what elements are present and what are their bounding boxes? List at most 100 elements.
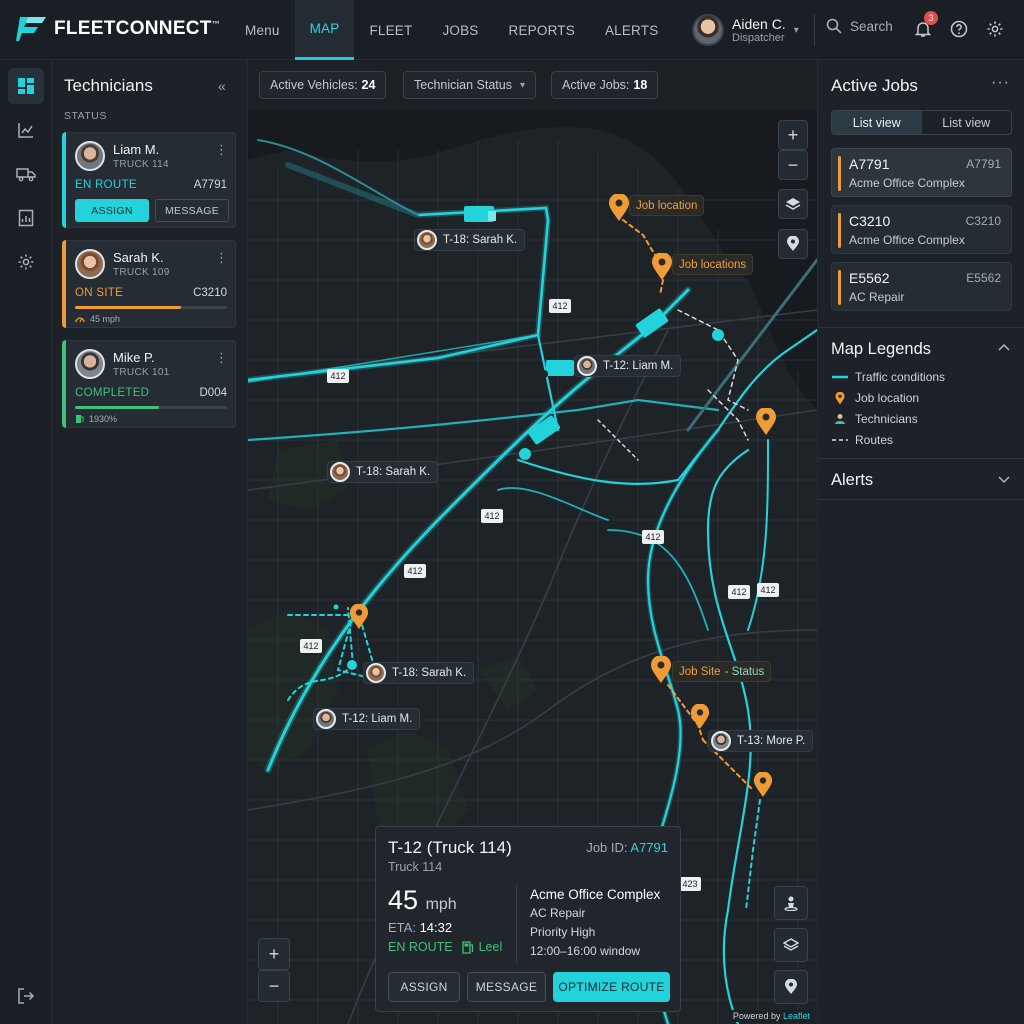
job-pin-icon[interactable] (608, 194, 630, 222)
technician-map-label[interactable]: T-12: Liam M. (313, 708, 421, 730)
chevron-up-icon[interactable] (998, 340, 1010, 354)
road-tag: 412 (327, 369, 349, 383)
road-tag: 412 (728, 585, 750, 599)
street-view-button[interactable] (774, 886, 808, 920)
zoom-in-button[interactable]: + (778, 120, 808, 150)
notifications-button[interactable]: 3 (912, 11, 938, 40)
optimize-route-button[interactable]: OPTIMIZE ROUTE (553, 972, 670, 1002)
list-view-tab-secondary[interactable]: List view (922, 111, 1012, 134)
job-pin-icon[interactable] (650, 656, 672, 684)
road-tag: 412 (404, 564, 426, 578)
job-location-label[interactable]: Job location (629, 195, 705, 216)
layers-button[interactable] (774, 928, 808, 962)
technician-card[interactable]: Liam M. TRUCK 114 ⋮ EN ROUTE A7791 ASSIG… (62, 132, 236, 228)
job-card[interactable]: C3210 C3210 Acme Office Complex (831, 205, 1012, 254)
user-name: Aiden C. (732, 15, 786, 32)
job-window: 12:00–16:00 window (530, 944, 641, 958)
layers-button[interactable] (778, 189, 808, 219)
job-card[interactable]: E5562 E5562 AC Repair (831, 262, 1012, 311)
divider (516, 885, 517, 963)
nav-map[interactable]: MAP (294, 0, 355, 60)
app-name: FLEETCONNECT™ (54, 18, 221, 39)
job-name: Acme Office Complex (849, 176, 965, 190)
job-pin-icon[interactable] (755, 408, 777, 436)
nav-menu[interactable]: Menu (230, 0, 295, 60)
job-pin-icon[interactable] (349, 604, 369, 630)
job-id: A7791 (849, 156, 890, 172)
rail-analytics[interactable] (8, 112, 44, 148)
fuel-text: 1930% (89, 414, 118, 424)
fuel-icon (461, 940, 473, 954)
logout-icon (18, 988, 35, 1004)
collapse-panel-icon[interactable]: « (218, 78, 226, 94)
job-name: Acme Office Complex (849, 233, 965, 247)
active-vehicles-count: 24 (361, 78, 376, 92)
more-vertical-icon[interactable]: ⋮ (215, 250, 228, 266)
status-extra: Leel (478, 940, 503, 954)
active-jobs-chip[interactable]: Active Jobs: 18 (551, 71, 659, 99)
technician-map-label[interactable]: T-18: Sarah K. (327, 461, 439, 483)
rail-reports[interactable] (8, 200, 44, 236)
more-vertical-icon[interactable]: ⋮ (215, 350, 228, 366)
gear-icon (18, 254, 34, 270)
rail-fleet[interactable] (8, 156, 44, 192)
app-logo[interactable]: FLEETCONNECT™ (16, 14, 220, 44)
nav-fleet[interactable]: FLEET (354, 0, 427, 60)
more-horizontal-icon[interactable]: ··· (991, 74, 1010, 92)
technician-speed: 45 mph (75, 314, 120, 324)
nav-jobs[interactable]: JOBS (427, 0, 493, 60)
settings-button[interactable] (984, 18, 1006, 40)
active-jobs-label: Active Jobs: (562, 78, 630, 92)
assign-button[interactable]: ASSIGN (388, 972, 460, 1002)
message-button[interactable]: MESSAGE (467, 972, 546, 1002)
job-priority: Priority High (530, 925, 596, 939)
detail-status: EN ROUTE Leel (388, 940, 502, 954)
location-button[interactable] (774, 970, 808, 1004)
job-id-secondary: C3210 (965, 214, 1001, 228)
active-jobs-title: Active Jobs (831, 76, 918, 95)
zoom-out-button[interactable]: − (778, 150, 808, 180)
list-view-tab[interactable]: List view (832, 111, 922, 134)
nav-reports[interactable]: REPORTS (494, 0, 590, 60)
nav-alerts[interactable]: ALERTS (590, 0, 673, 60)
message-button[interactable]: MESSAGE (155, 199, 229, 222)
search-button[interactable]: Search (826, 18, 893, 34)
chevron-down-icon: ▾ (793, 24, 799, 36)
help-button[interactable] (948, 18, 970, 40)
user-menu[interactable]: Aiden C. Dispatcher ▾ (692, 12, 799, 48)
technician-label-text: T-18: Sarah K. (392, 667, 467, 679)
speed-text: 45 mph (90, 314, 121, 324)
zoom-in-button[interactable]: + (258, 938, 290, 970)
technician-map-label[interactable]: T-18: Sarah K. (414, 229, 526, 251)
legend-label: Technicians (855, 412, 918, 426)
technician-card[interactable]: Mike P. TRUCK 101 ⋮ COMPLETED D004 1930% (62, 340, 236, 428)
technician-truck: TRUCK 109 (113, 267, 170, 278)
technician-map-label[interactable]: T-13: More P. (708, 730, 814, 752)
job-location-label[interactable]: Job locations (672, 254, 754, 275)
detail-subtitle: Truck 114 (388, 860, 443, 874)
job-pin-icon[interactable] (690, 704, 710, 730)
job-id-value[interactable]: A7791 (630, 840, 668, 855)
rail-settings[interactable] (8, 244, 44, 280)
technician-status-dropdown[interactable]: Technician Status ▾ (403, 71, 537, 99)
progress-fill (75, 306, 182, 309)
technician-card[interactable]: Sarah K. TRUCK 109 ⋮ ON SITE C3210 45 mp… (62, 240, 236, 328)
layers-icon (783, 938, 799, 951)
location-button[interactable] (778, 229, 808, 259)
eta-value: 14:32 (419, 920, 453, 935)
more-vertical-icon[interactable]: ⋮ (215, 142, 228, 158)
map-attribution: Powered by Leaflet (729, 1010, 813, 1022)
job-pin-icon[interactable] (753, 772, 773, 798)
active-vehicles-chip[interactable]: Active Vehicles: 24 (259, 71, 387, 99)
technician-map-label[interactable]: T-12: Liam M. (574, 355, 682, 377)
zoom-out-button[interactable]: − (258, 970, 290, 1002)
job-site-label[interactable]: Job Site - Status (672, 661, 772, 682)
assign-button[interactable]: ASSIGN (75, 199, 149, 222)
job-card[interactable]: A7791 A7791 Acme Office Complex (831, 148, 1012, 197)
attribution-link[interactable]: Leaflet (783, 1011, 810, 1021)
technician-map-label[interactable]: T-18: Sarah K. (363, 662, 475, 684)
rail-logout[interactable] (8, 978, 44, 1014)
job-pin-icon[interactable] (651, 253, 673, 281)
rail-dashboard[interactable] (8, 68, 44, 104)
chevron-down-icon[interactable] (998, 473, 1010, 487)
